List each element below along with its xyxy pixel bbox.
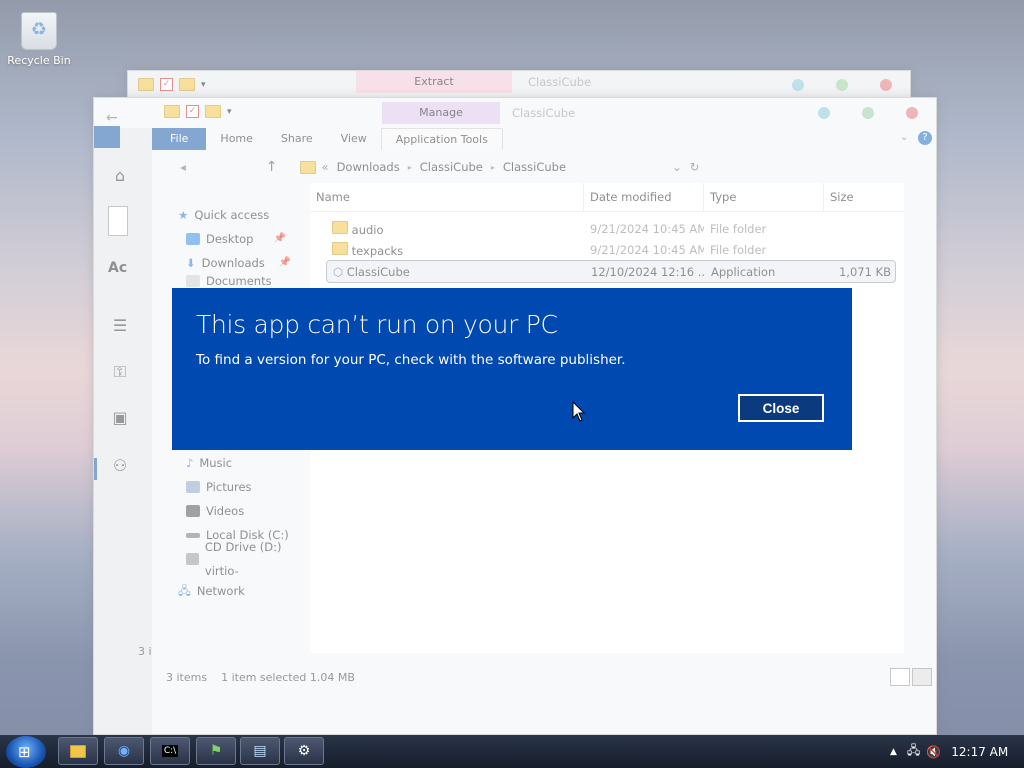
folder-icon <box>70 744 86 758</box>
clock[interactable]: 12:17 AM <box>951 745 1008 759</box>
system-tray: ▲ 🖧 🔇 12:17 AM <box>890 735 1008 768</box>
taskbar-notepad[interactable]: ▤ <box>240 737 280 765</box>
close-button[interactable]: Close <box>738 394 824 422</box>
notepad-icon: ▤ <box>253 743 267 759</box>
mouse-cursor-icon <box>572 401 586 422</box>
start-button[interactable]: ⊞ <box>6 736 46 768</box>
show-hidden-icons-icon[interactable]: ▲ <box>890 747 897 757</box>
taskbar-windows-app[interactable]: ⚑ <box>196 737 236 765</box>
taskbar-explorer[interactable] <box>58 737 98 765</box>
network-icon[interactable]: 🖧 <box>907 741 920 762</box>
taskbar-settings[interactable]: ⚙ <box>284 737 324 765</box>
taskbar-browser[interactable]: ◉ <box>104 737 144 765</box>
volume-muted-icon[interactable]: 🔇 <box>926 745 941 759</box>
app-cannot-run-dialog: This app can’t run on your PC To find a … <box>172 288 852 450</box>
terminal-icon: C:\ <box>161 745 179 757</box>
taskbar-command-prompt[interactable]: C:\ <box>150 737 190 765</box>
dialog-message: To find a version for your PC, check wit… <box>196 352 626 368</box>
windows-flag-icon: ⚑ <box>209 743 223 759</box>
taskbar: ⊞ ◉ C:\ ⚑ ▤ ⚙ ▲ 🖧 🔇 12:17 AM <box>0 735 1024 768</box>
browser-icon: ◉ <box>117 743 131 759</box>
dialog-title: This app can’t run on your PC <box>196 310 558 339</box>
gear-icon: ⚙ <box>297 743 311 759</box>
windows-logo-icon: ⊞ <box>18 743 31 761</box>
